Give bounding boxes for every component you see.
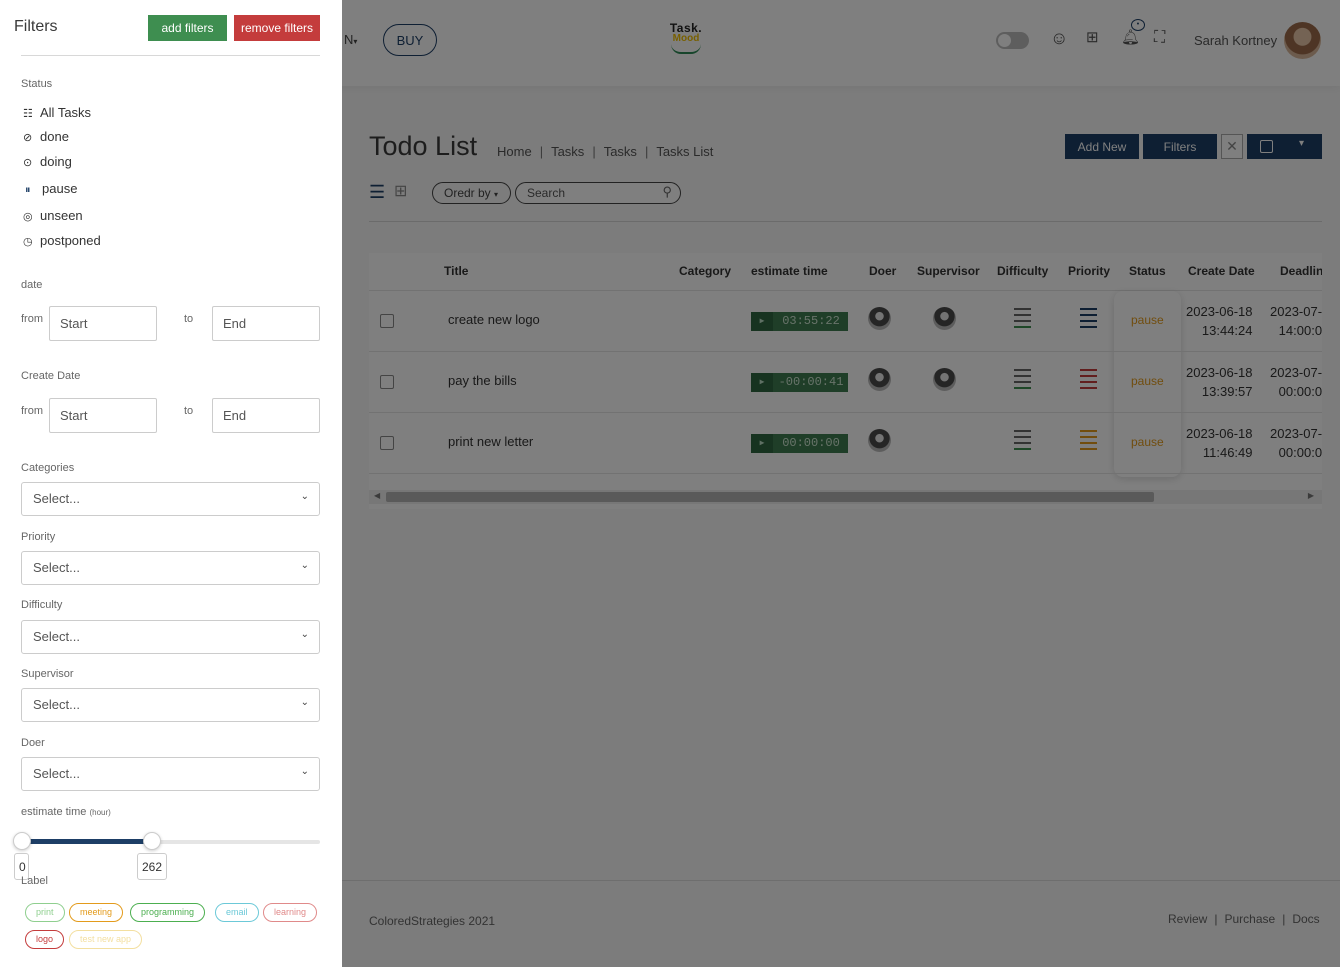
- select-placeholder: Select...: [33, 697, 80, 712]
- chevron-down-icon: ⌄: [300, 629, 309, 640]
- estimate-slider-max-handle[interactable]: [143, 832, 161, 850]
- create-date-start-input[interactable]: Start: [49, 398, 157, 433]
- priority-select[interactable]: Select... ⌄: [21, 551, 320, 585]
- doer-label: Doer: [21, 737, 45, 749]
- filters-panel-title: Filters: [14, 18, 58, 35]
- pause-circle-icon: ⏸︎: [25, 184, 31, 196]
- status-filter-doing[interactable]: ⊙ doing: [23, 154, 72, 169]
- select-placeholder: Select...: [33, 560, 80, 575]
- play-circle-icon: ⊙: [23, 157, 33, 169]
- create-date-from-label: from: [21, 405, 43, 417]
- status-filter-label: done: [40, 129, 69, 144]
- status-filter-done[interactable]: ⊘ done: [23, 129, 69, 144]
- create-date-end-input[interactable]: End: [212, 398, 320, 433]
- remove-filters-button[interactable]: remove filters: [234, 15, 320, 41]
- tag-email[interactable]: email: [215, 903, 259, 922]
- select-placeholder: Select...: [33, 491, 80, 506]
- add-filters-button[interactable]: add filters: [148, 15, 227, 41]
- clock-icon: ◷: [23, 236, 33, 248]
- tag-logo[interactable]: logo: [25, 930, 65, 949]
- panel-divider: [21, 55, 320, 56]
- categories-label: Categories: [21, 462, 75, 474]
- status-filter-label: pause: [42, 181, 78, 196]
- status-filter-pause[interactable]: ⏸︎ pause: [25, 181, 77, 197]
- status-filter-postponed[interactable]: ◷ postponed: [23, 233, 101, 248]
- status-filter-unseen[interactable]: ◎ unseen: [23, 208, 83, 223]
- create-date-section-label: Create Date: [21, 370, 81, 382]
- doer-select[interactable]: Select... ⌄: [21, 757, 320, 791]
- supervisor-label: Supervisor: [21, 668, 74, 680]
- create-date-to-label: to: [184, 405, 194, 417]
- date-from-label: from: [21, 313, 43, 325]
- estimate-time-text: estimate time: [21, 806, 87, 818]
- chevron-down-icon: ⌄: [300, 560, 309, 571]
- priority-label: Priority: [21, 531, 56, 543]
- estimate-slider-range: [21, 839, 151, 844]
- label-section-label: Label: [21, 875, 48, 887]
- tag-print[interactable]: print: [25, 903, 65, 922]
- tag-learning[interactable]: learning: [263, 903, 318, 922]
- estimate-time-unit: (hour): [89, 808, 111, 817]
- tag-meeting[interactable]: meeting: [69, 903, 124, 922]
- check-circle-icon: ⊘: [23, 132, 33, 144]
- date-to-label: to: [184, 313, 194, 325]
- date-section-label: date: [21, 279, 43, 291]
- estimate-max-value: 262: [137, 853, 167, 880]
- supervisor-select[interactable]: Select... ⌄: [21, 688, 320, 722]
- estimate-slider-min-handle[interactable]: [13, 832, 31, 850]
- status-filter-label: doing: [40, 154, 72, 169]
- eye-off-icon: ◎: [23, 211, 33, 223]
- tag-programming[interactable]: programming: [130, 903, 206, 922]
- difficulty-select[interactable]: Select... ⌄: [21, 620, 320, 654]
- select-placeholder: Select...: [33, 766, 80, 781]
- select-placeholder: Select...: [33, 629, 80, 644]
- date-start-input[interactable]: Start: [49, 306, 157, 341]
- difficulty-label: Difficulty: [21, 599, 63, 611]
- chevron-down-icon: ⌄: [300, 491, 309, 502]
- list-icon: ☷: [23, 108, 33, 120]
- chevron-down-icon: ⌄: [300, 697, 309, 708]
- status-section-label: Status: [21, 78, 53, 90]
- status-filter-label: unseen: [40, 208, 83, 223]
- estimate-time-label: estimate time (hour): [21, 806, 111, 818]
- date-end-input[interactable]: End: [212, 306, 320, 341]
- status-filter-label: All Tasks: [40, 105, 92, 120]
- chevron-down-icon: ⌄: [300, 766, 309, 777]
- tag-test-new-app[interactable]: test new app: [69, 930, 143, 949]
- filters-panel: Filters add filters remove filters Statu…: [0, 0, 342, 967]
- categories-select[interactable]: Select... ⌄: [21, 482, 320, 516]
- status-filter-label: postponed: [40, 233, 101, 248]
- status-filter-all-tasks[interactable]: ☷ All Tasks: [23, 105, 91, 120]
